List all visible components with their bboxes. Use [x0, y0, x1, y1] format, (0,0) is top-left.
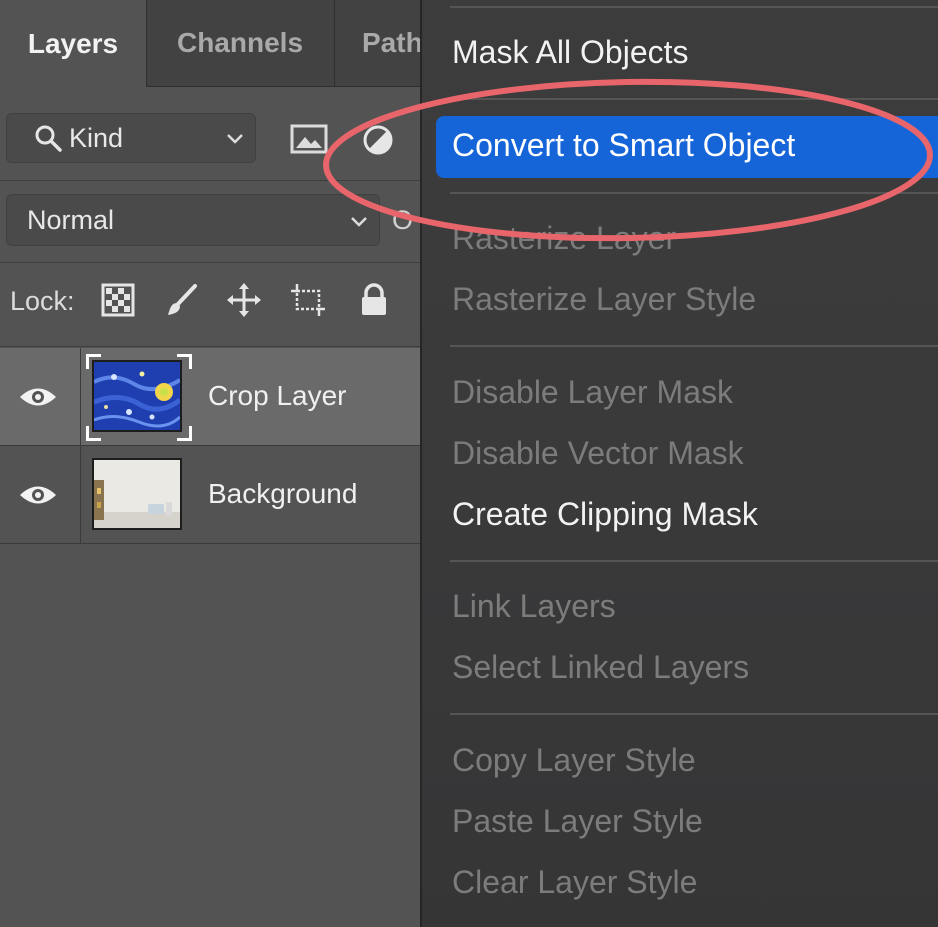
tab-divider: [334, 0, 335, 86]
layer-row-crop-layer[interactable]: Crop Layer: [0, 348, 420, 446]
menu-item-disable-vector-mask[interactable]: Disable Vector Mask: [452, 435, 744, 472]
divider: [0, 262, 420, 263]
lock-artboard-icon[interactable]: [290, 282, 326, 318]
adjustment-filter-icon[interactable]: [362, 124, 394, 156]
crop-corner-marker: [86, 426, 101, 441]
menu-item-mask-all-objects[interactable]: Mask All Objects: [452, 34, 689, 71]
layer-context-menu: Mask All Objects Convert to Smart Object…: [420, 0, 938, 927]
image-filter-icon[interactable]: [290, 124, 328, 154]
lock-position-icon[interactable]: [226, 282, 262, 318]
layer-thumbnail-room: [92, 458, 182, 530]
chevron-down-icon: [351, 217, 367, 227]
menu-separator: [450, 713, 938, 715]
menu-item-convert-to-smart-object[interactable]: Convert to Smart Object: [452, 127, 795, 164]
crop-corner-marker: [177, 354, 192, 369]
lock-label: Lock:: [10, 286, 75, 316]
tab-paths[interactable]: Path: [362, 0, 420, 86]
menu-separator: [450, 560, 938, 562]
panel-tab-bar: Layers Channels Path: [0, 0, 420, 87]
blend-mode-dropdown[interactable]: Normal: [6, 194, 380, 246]
crop-corner-marker: [177, 426, 192, 441]
tab-layers-label: Layers: [27, 27, 119, 59]
lock-transparent-icon[interactable]: [100, 282, 136, 318]
menu-item-link-layers[interactable]: Link Layers: [452, 588, 616, 625]
filter-kind-label: Kind: [69, 122, 124, 153]
chevron-down-icon: [227, 134, 243, 144]
tab-paths-label: Path: [362, 27, 420, 58]
layers-panel: Layers Channels Path Kind Normal O Lock:…: [0, 0, 420, 927]
menu-item-rasterize-layer[interactable]: Rasterize Layer: [452, 220, 676, 257]
blend-mode-label: Normal: [27, 204, 115, 235]
layer-row-background[interactable]: Background: [0, 446, 420, 544]
menu-item-create-clipping-mask[interactable]: Create Clipping Mask: [452, 496, 758, 533]
column-divider: [80, 348, 81, 446]
menu-item-paste-layer-style[interactable]: Paste Layer Style: [452, 803, 703, 840]
filter-kind-dropdown[interactable]: Kind: [6, 113, 256, 163]
layer-thumbnail-starry-night: [92, 360, 182, 432]
divider: [0, 346, 420, 347]
visibility-eye-icon[interactable]: [18, 384, 58, 410]
opacity-label: O: [392, 205, 414, 235]
menu-item-disable-layer-mask[interactable]: Disable Layer Mask: [452, 374, 733, 411]
divider: [0, 180, 420, 181]
menu-item-copy-layer-style[interactable]: Copy Layer Style: [452, 742, 696, 779]
menu-separator: [450, 345, 938, 347]
search-icon: [35, 125, 62, 152]
column-divider: [80, 446, 81, 544]
tab-channels-label: Channels: [176, 27, 304, 58]
menu-item-select-linked-layers[interactable]: Select Linked Layers: [452, 649, 749, 686]
lock-paint-icon[interactable]: [164, 282, 200, 318]
menu-separator: [450, 6, 938, 8]
visibility-eye-icon[interactable]: [18, 482, 58, 508]
layer-name: Crop Layer: [208, 380, 347, 411]
menu-separator: [450, 98, 938, 100]
menu-separator: [450, 192, 938, 194]
lock-all-icon[interactable]: [356, 282, 392, 318]
layer-name: Background: [208, 478, 358, 509]
tab-channels[interactable]: Channels: [146, 0, 334, 86]
menu-item-rasterize-layer-style[interactable]: Rasterize Layer Style: [452, 281, 756, 318]
menu-item-clear-layer-style[interactable]: Clear Layer Style: [452, 864, 697, 901]
crop-corner-marker: [86, 354, 101, 369]
tab-layers[interactable]: Layers: [0, 0, 146, 87]
